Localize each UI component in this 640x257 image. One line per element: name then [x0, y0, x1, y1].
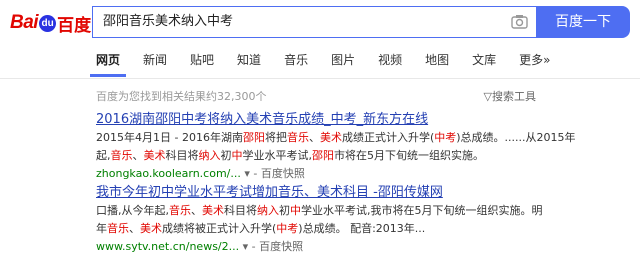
text-segment: )总成绩。 配音:2013年...	[298, 222, 426, 235]
text-segment: 、	[308, 131, 320, 144]
tab-9[interactable]: 更多»	[519, 50, 550, 78]
keyword-highlight: 纳入	[257, 204, 279, 217]
result-url[interactable]: www.sytv.net.cn/news/2...	[96, 240, 239, 253]
keyword-highlight: 美术	[319, 131, 342, 144]
keyword-highlight: 纳入	[198, 149, 221, 162]
keyword-highlight: 音乐	[110, 149, 133, 162]
result-meta: www.sytv.net.cn/news/2... ▾ - 百度快照	[96, 238, 636, 256]
logo-paw-icon: du	[39, 14, 57, 32]
text-segment: 2015年4月1日 - 2016年湖南	[96, 131, 243, 144]
text-segment: 年	[96, 222, 107, 235]
top-bar: Bai du 百度 邵阳音乐美术纳入中考 百度一下 网页 新闻 贴吧 知道 音乐 图片 视频…	[0, 0, 640, 79]
tab-7[interactable]: 地图	[425, 50, 449, 78]
tab-4[interactable]: 音乐	[284, 50, 308, 78]
result-title-link[interactable]: 我市今年初中学业水平考试增加音乐、美术科目 -邵阳传媒网	[96, 184, 636, 202]
cache-arrow-icon: ▾ -	[244, 167, 261, 180]
filter-icon: ▽	[483, 90, 492, 103]
text-segment: )总成绩。......从2015年	[456, 131, 576, 144]
result-abstract-line: 年音乐、美术成绩将被正式计入升学(中考)总成绩。 配音:2013年...	[96, 220, 636, 238]
text-segment: 口播,从今年起,	[96, 204, 169, 217]
text-segment: 学业水平考试,我市将在5月下旬统一组织实施。明	[301, 204, 543, 217]
result-abstract-line: 2015年4月1日 - 2016年湖南邵阳将把音乐、美术成绩正式计入升学(中考)…	[96, 129, 636, 147]
search-button[interactable]: 百度一下	[536, 6, 630, 38]
keyword-highlight: 音乐	[286, 131, 309, 144]
tab-0[interactable]: 网页	[89, 50, 127, 78]
result-count: 百度为您找到相关结果约32,300个	[96, 90, 267, 103]
search-result: 我市今年初中学业水平考试增加音乐、美术科目 -邵阳传媒网 口播,从今年起,音乐、…	[96, 184, 636, 256]
tab-8[interactable]: 文库	[472, 50, 496, 78]
text-segment: 成绩将被正式计入升学(	[162, 222, 277, 235]
search-tabs: 网页 新闻 贴吧 知道 音乐 图片 视频 地图 文库 更多»	[89, 50, 573, 78]
keyword-highlight: 美术	[202, 204, 224, 217]
keyword-highlight: 中考	[434, 131, 457, 144]
keyword-highlight: 美术	[140, 222, 162, 235]
keyword-highlight: 美术	[143, 149, 166, 162]
text-segment: 我市今年初中学业水平考试增加音乐、美术科目 -邵阳传媒网	[96, 185, 443, 200]
result-title-link[interactable]: 2016湖南邵阳中考将纳入美术音乐成绩_中考_新东方在线	[96, 111, 636, 129]
keyword-highlight: 邵阳	[242, 131, 265, 144]
tab-3[interactable]: 知道	[237, 50, 261, 78]
text-segment: 初	[220, 149, 232, 162]
search-input[interactable]: 邵阳音乐美术纳入中考	[92, 6, 536, 38]
text-segment: 、	[129, 222, 140, 235]
search-result: 2016湖南邵阳中考将纳入美术音乐成绩_中考_新东方在线 2015年4月1日 -…	[96, 111, 636, 183]
tab-5[interactable]: 图片	[331, 50, 355, 78]
camera-icon[interactable]	[511, 14, 528, 29]
keyword-highlight: 中考	[276, 222, 299, 235]
result-meta: zhongkao.koolearn.com/... ▾ - 百度快照	[96, 165, 636, 183]
cache-link[interactable]: 百度快照	[259, 240, 303, 253]
text-segment: 科目将	[165, 149, 199, 162]
text-segment: 市将在5月下旬统一组织实施。	[334, 149, 484, 162]
search-query-text: 邵阳音乐美术纳入中考	[103, 14, 234, 29]
text-segment: 起,	[96, 149, 111, 162]
text-segment: 学业水平考试,	[242, 149, 313, 162]
keyword-highlight: 中	[290, 204, 301, 217]
text-segment: 2016湖南邵阳中考将纳入美术音乐成绩_中考_新东方在线	[96, 112, 429, 127]
result-url[interactable]: zhongkao.koolearn.com/...	[96, 167, 241, 180]
text-segment: 成绩正式计入升学(	[341, 131, 435, 144]
text-segment: 将把	[264, 131, 287, 144]
search-tools-label: 搜索工具	[492, 90, 536, 103]
tab-2[interactable]: 贴吧	[190, 50, 214, 78]
logo-text-right: 百度	[57, 15, 92, 36]
cache-link[interactable]: 百度快照	[261, 167, 305, 180]
tab-6[interactable]: 视频	[378, 50, 402, 78]
keyword-highlight: 邵阳	[312, 149, 334, 162]
keyword-highlight: 音乐	[169, 204, 191, 217]
text-segment: 科目将	[224, 204, 257, 217]
result-abstract-line: 起,音乐、美术科目将纳入初中学业水平考试,邵阳市将在5月下旬统一组织实施。	[96, 147, 636, 165]
baidu-logo[interactable]: Bai du 百度	[10, 8, 91, 38]
text-segment: 、	[191, 204, 202, 217]
logo-text-left: Bai	[10, 12, 39, 33]
result-info-bar: 百度为您找到相关结果约32,300个 ▽搜索工具	[96, 88, 540, 104]
search-tools-button[interactable]: ▽搜索工具	[484, 88, 536, 104]
text-segment: 、	[132, 149, 144, 162]
tab-1[interactable]: 新闻	[143, 50, 167, 78]
keyword-highlight: 中	[231, 149, 243, 162]
keyword-highlight: 音乐	[107, 222, 129, 235]
result-abstract-line: 口播,从今年起,音乐、美术科目将纳入初中学业水平考试,我市将在5月下旬统一组织实…	[96, 202, 636, 220]
cache-arrow-icon: ▾ -	[242, 240, 260, 253]
text-segment: 初	[279, 204, 290, 217]
